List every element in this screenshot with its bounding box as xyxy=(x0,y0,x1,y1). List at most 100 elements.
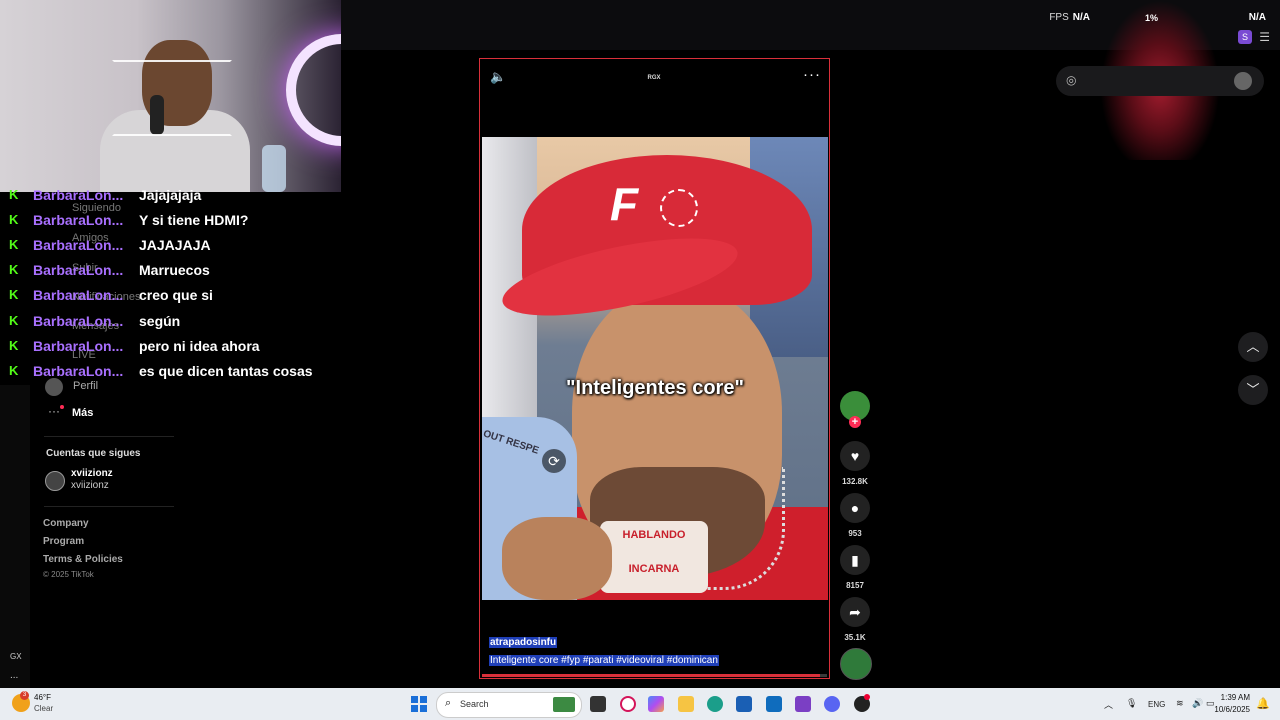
fps-label: FPS xyxy=(1049,12,1069,23)
chat-text: JAJAJAJA xyxy=(139,236,211,253)
more-notification-dot xyxy=(60,405,64,409)
extension-s-badge[interactable]: S xyxy=(1238,30,1252,44)
header-avatar[interactable] xyxy=(1234,72,1252,90)
next-video-button[interactable]: ﹀ xyxy=(1238,375,1268,405)
share-count: 35.1K xyxy=(844,633,866,642)
windows-taskbar: 3 46°F Clear ⌕ Search ︿ 🎙 ENG ≋ 🔊 ▭ 1:39… xyxy=(0,688,1280,720)
more-options-icon[interactable]: ··· xyxy=(803,66,821,83)
chevron-up-icon: ︿ xyxy=(1246,339,1260,354)
kick-icon: K xyxy=(9,287,19,303)
wifi-icon[interactable]: ≋ xyxy=(1176,698,1184,709)
volume-tray-icon[interactable]: 🔊 xyxy=(1192,698,1203,709)
follow-plus-icon[interactable]: + xyxy=(849,416,861,428)
video-frame[interactable]: F HABLANDO INCARNA OUT RESPE "Inteligent… xyxy=(482,137,828,600)
heart-icon: ♥ xyxy=(840,441,870,471)
windows-start-icon[interactable] xyxy=(411,696,427,712)
bookmark-icon: ▮ xyxy=(840,545,870,575)
clock-date[interactable]: 10/6/2025 xyxy=(1214,705,1250,714)
footer-link-company[interactable]: Company xyxy=(43,518,89,529)
tray-overflow-icon[interactable]: ︿ xyxy=(1104,698,1113,711)
search-highlight-image xyxy=(553,697,575,712)
taskbar-search-placeholder: Search xyxy=(460,699,489,709)
chat-text: según xyxy=(139,312,181,329)
temperature[interactable]: 46°F xyxy=(34,693,51,702)
left-more-dots[interactable]: ... xyxy=(10,670,18,681)
kick-icon: K xyxy=(9,236,19,252)
chat-text: creo que si xyxy=(139,287,213,304)
video-description[interactable]: Inteligente core #fyp #parati #videovira… xyxy=(489,655,719,666)
footer-link-terms[interactable]: Terms & Policies xyxy=(43,554,123,565)
account-avatar xyxy=(45,471,65,491)
discord-icon[interactable] xyxy=(824,696,840,712)
rotate-icon[interactable]: ⟳ xyxy=(542,449,566,473)
share-button[interactable]: ➦ 35.1K xyxy=(840,597,870,642)
chat-message: K BarbaraLon... creo que si xyxy=(0,283,340,308)
chat-message: K BarbaraLon... JAJAJAJA xyxy=(0,232,340,257)
chat-text: Jajajajaja xyxy=(139,186,202,203)
like-count: 132.8K xyxy=(842,477,868,486)
chat-username: BarbaraLon... xyxy=(33,362,124,379)
weather-notification-badge: 3 xyxy=(20,691,29,700)
more-dots-icon: ··· xyxy=(48,404,60,418)
save-button[interactable]: ▮ 8157 xyxy=(840,545,870,590)
chat-message: K BarbaraLon... Marruecos xyxy=(0,258,340,283)
browser-menu-icon[interactable]: ☰ xyxy=(1259,30,1270,44)
account-name: xviizionz xyxy=(71,468,113,479)
taskbar-search[interactable]: ⌕ Search xyxy=(436,692,582,718)
fps-value: N/A xyxy=(1072,12,1090,23)
sidebar-item-more[interactable]: Más xyxy=(72,407,93,419)
task-view-icon[interactable] xyxy=(590,696,606,712)
footer-link-program[interactable]: Program xyxy=(43,536,84,547)
kick-icon: K xyxy=(9,186,19,202)
chat-message: K BarbaraLon... Y si tiene HDMI? xyxy=(0,207,340,232)
copyright: © 2025 TikTok xyxy=(43,570,94,579)
music-disc-avatar[interactable] xyxy=(840,648,872,680)
ring-light xyxy=(286,34,341,146)
chat-message: K BarbaraLon... según xyxy=(0,308,340,333)
comment-button[interactable]: ● 953 xyxy=(840,493,870,538)
rgx-badge: RGX xyxy=(647,75,661,81)
edge-icon[interactable] xyxy=(707,696,723,712)
tiktok-coin-icon: ◎ xyxy=(1066,73,1077,87)
store-icon[interactable] xyxy=(736,696,752,712)
like-button[interactable]: ♥ 132.8K xyxy=(840,441,870,486)
app-notification-dot xyxy=(864,694,870,700)
language-indicator[interactable]: ENG xyxy=(1148,700,1165,709)
overlay-na-value: N/A xyxy=(1248,12,1266,23)
previous-video-button[interactable]: ︿ xyxy=(1238,332,1268,362)
comment-icon: ● xyxy=(840,493,870,523)
kick-icon: K xyxy=(9,312,19,328)
webcam-feed xyxy=(0,0,341,192)
chat-username: BarbaraLon... xyxy=(33,262,124,279)
chat-username: BarbaraLon... xyxy=(33,312,124,329)
following-accounts-title: Cuentas que sigues xyxy=(46,448,141,459)
clipchamp-icon[interactable] xyxy=(795,696,811,712)
microphone-icon[interactable]: 🎙 xyxy=(1126,698,1137,709)
comment-count: 953 xyxy=(848,529,862,538)
video-progress-bar[interactable] xyxy=(482,674,827,677)
volume-icon[interactable]: 🔈 xyxy=(490,69,506,85)
tiktok-header-pill[interactable]: ◎ xyxy=(1056,66,1264,96)
opera-icon[interactable] xyxy=(620,696,636,712)
chat-username: BarbaraLon... xyxy=(33,211,124,228)
video-author[interactable]: atrapadosinfu xyxy=(489,637,558,648)
battery-icon[interactable]: ▭ xyxy=(1206,698,1215,709)
chat-message: K BarbaraLon... pero ni idea ahora xyxy=(0,333,340,358)
cpu-percent: 1% xyxy=(1144,13,1158,23)
file-explorer-icon[interactable] xyxy=(678,696,694,712)
cap-badge xyxy=(660,189,698,227)
chat-text: es que dicen tantas cosas xyxy=(139,362,313,379)
video-progress-fill xyxy=(482,674,821,677)
clock-time[interactable]: 1:39 AM xyxy=(1221,693,1250,702)
weather-condition[interactable]: Clear xyxy=(34,704,53,713)
search-icon: ⌕ xyxy=(445,697,452,709)
notification-bell-icon[interactable]: 🔔 xyxy=(1256,697,1270,710)
kick-icon: K xyxy=(9,362,19,378)
kick-icon: K xyxy=(9,337,19,353)
copilot-icon[interactable] xyxy=(648,696,664,712)
gx-label[interactable]: GX xyxy=(10,652,22,661)
share-icon: ➦ xyxy=(840,597,870,627)
outlook-icon[interactable] xyxy=(766,696,782,712)
chat-username: BarbaraLon... xyxy=(33,337,124,354)
chat-text: pero ni idea ahora xyxy=(139,337,260,354)
